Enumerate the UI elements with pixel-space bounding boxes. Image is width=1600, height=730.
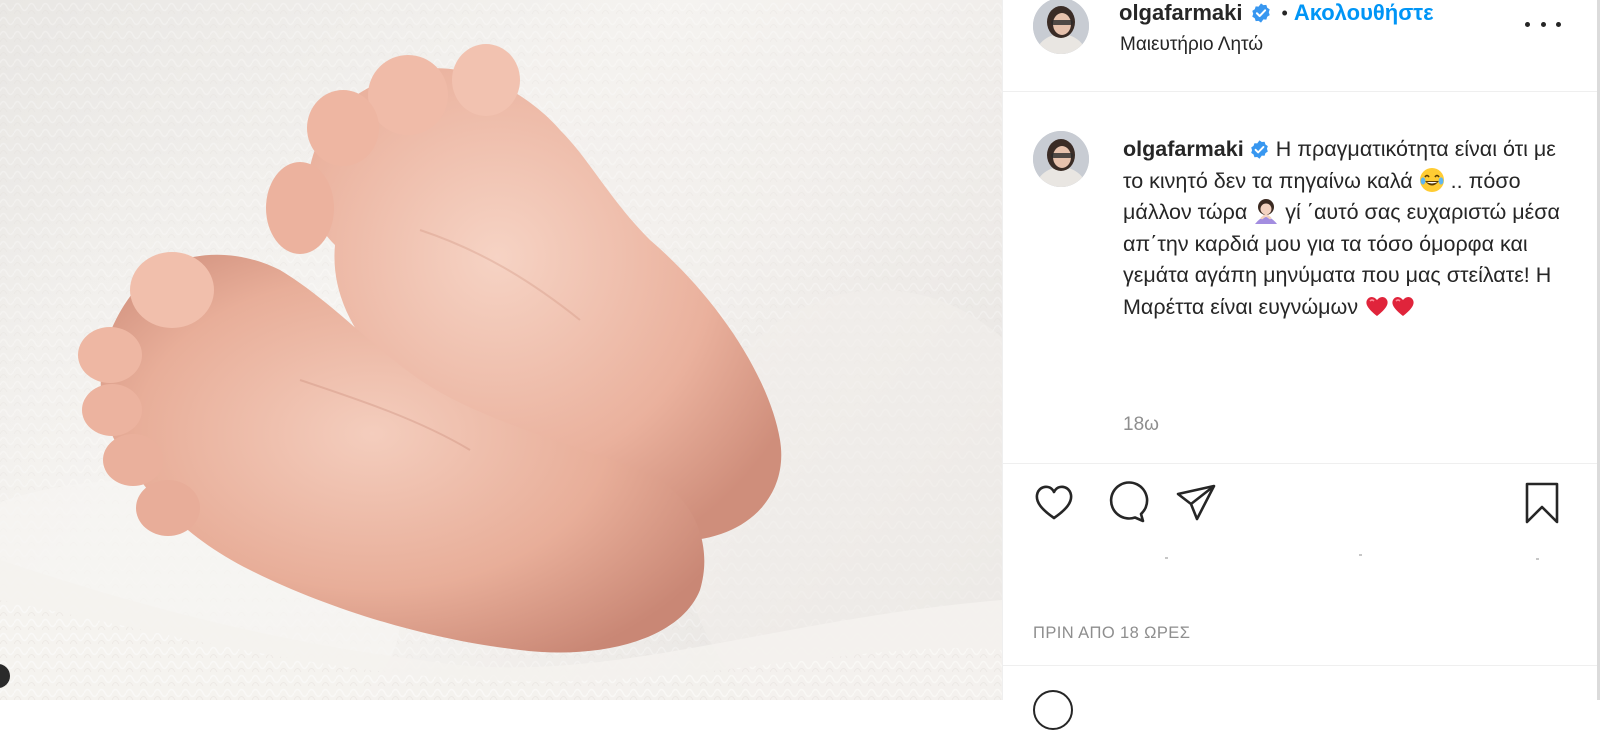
verified-badge-icon [1250,2,1272,24]
separator-dot: • [1281,2,1288,23]
red-heart-emoji [1390,293,1416,319]
red-heart-emoji [1364,293,1390,319]
comment-time-ago[interactable]: 18ω [1123,414,1159,436]
divider [1003,463,1599,464]
post-caption: olgafarmaki Η πραγματικότητα είναι ότι με… [1123,134,1563,324]
divider [1003,665,1599,666]
follow-button[interactable]: Ακολουθήστε [1294,0,1434,26]
comment-bubble-icon[interactable] [1103,480,1149,526]
post-timestamp[interactable]: ΠΡΙΝ ΑΠΟ 18 ΩΡΕΣ [1033,624,1190,643]
verified-badge-icon [1249,138,1270,159]
woman-bowing-emoji [1253,198,1279,225]
paper-plane-icon[interactable] [1173,480,1219,526]
more-options-icon[interactable] [1525,14,1561,34]
action-bar [1003,480,1599,530]
post-location[interactable]: Μαιευτήριο Λητώ [1120,34,1263,56]
bookmark-icon[interactable] [1519,480,1565,526]
heart-icon[interactable] [1031,480,1077,526]
likes-row-placeholder [1033,552,1553,566]
caption-username[interactable]: olgafarmaki [1123,137,1244,161]
post-sidebar: olgafarmaki • Ακολουθήστε Μαιευτήριο Λητ… [1002,0,1599,730]
tears-of-joy-emoji [1419,167,1445,193]
header-username[interactable]: olgafarmaki [1119,0,1243,26]
post-photo[interactable] [0,0,1002,700]
post-header: olgafarmaki • Ακολουθήστε Μαιευτήριο Λητ… [1003,0,1599,92]
caption-avatar[interactable] [1033,131,1089,187]
header-user-row: olgafarmaki • Ακολουθήστε [1119,0,1434,26]
emoji-picker-icon[interactable] [1033,690,1073,730]
avatar[interactable] [1033,0,1089,54]
baby-feet-image [0,0,1002,700]
